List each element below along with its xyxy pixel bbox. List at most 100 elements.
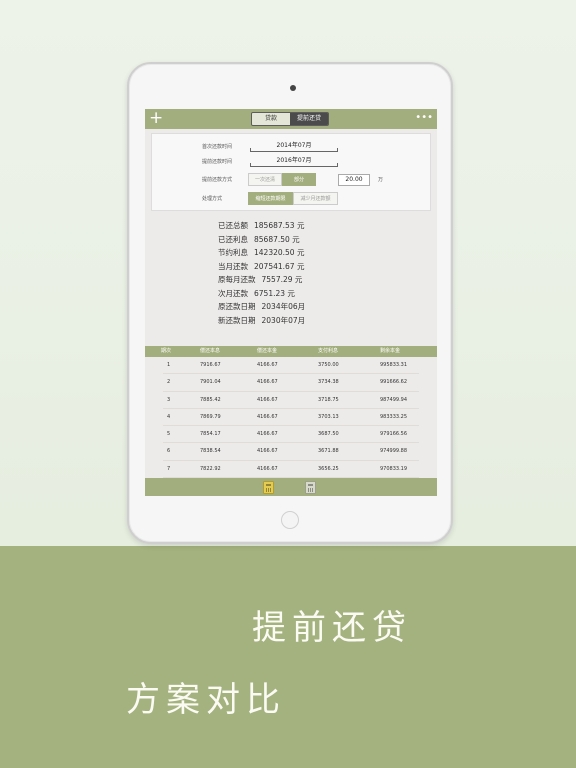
col-installment: 偿还本息 [200,348,221,354]
cell-interest: 3734.38 [318,379,339,386]
prepay-method-label: 提前还款方式 [202,177,233,183]
handle-method-row: 处理方式 缩短还款期限 减少月还款额 [152,192,432,206]
option-reduce-payment[interactable]: 减少月还款额 [293,192,338,205]
cell-installment: 7885.42 [200,396,221,403]
cell-interest: 3687.50 [318,431,339,438]
table-row[interactable]: 5 7854.17 4166.67 3687.50 979166.56 [145,426,437,444]
cell-interest: 3718.75 [318,396,339,403]
bottom-tab-bar [145,478,437,496]
cell-interest: 3750.00 [318,362,339,368]
col-period: 期次 [161,348,172,354]
col-principal: 偿还本金 [257,348,278,354]
tab-prepayment[interactable]: 提前还贷 [290,113,328,125]
first-repay-label: 首次还款时间 [202,144,233,150]
handle-method-toggle: 缩短还款期限 减少月还款额 [248,192,338,205]
cell-principal: 4166.67 [257,362,278,368]
prepay-time-label: 提前还款时间 [202,159,233,165]
cell-remaining: 970833.19 [380,465,408,472]
add-icon[interactable]: + [149,109,163,129]
option-pay-all[interactable]: 一次还清 [248,173,282,186]
cell-period: 3 [167,396,171,403]
cell-installment: 7854.17 [200,431,221,438]
col-interest: 支付利息 [318,348,339,354]
cell-installment: 7822.92 [200,465,221,472]
cell-principal: 4166.67 [257,396,278,403]
slogan-line-1: 提前还贷 [252,608,412,648]
cell-principal: 4166.67 [257,465,278,472]
table-row[interactable]: 7 7822.92 4166.67 3656.25 970833.19 [145,461,437,479]
summary-row: 原还款日期 2034年06月 [218,300,398,314]
summary-row: 次月还款 6751.23 元 [218,287,398,301]
first-repay-row: 首次还款时间 2014年07月 [152,140,432,154]
summary-label: 原还款日期 [218,302,256,311]
amount-unit: 万 [378,177,384,183]
summary-label: 已还总额 [218,221,248,230]
cell-principal: 4166.67 [257,413,278,420]
summary-row: 节约利息 142320.50 元 [218,246,398,260]
app-screen: + 贷款 提前还贷 ••• 首次还款时间 2014年07月 提前还款时间 201… [145,109,437,496]
table-row[interactable]: 6 7838.54 4166.67 3671.88 974999.88 [145,443,437,462]
handle-method-label: 处理方式 [202,196,223,202]
summary-label: 当月还款 [218,261,248,271]
cell-remaining: 974999.88 [380,448,408,455]
slogan-line-2: 方案对比 [126,680,286,720]
summary-row: 已还总额 185687.53 元 [218,219,398,233]
summary-row: 原每月还款 7557.29 元 [218,273,398,287]
prepay-time-date[interactable]: 2016年07月 [250,155,338,167]
cell-period: 4 [167,413,171,420]
table-row[interactable]: 2 7901.04 4166.67 3734.38 991666.62 [145,374,437,392]
schedule-table-header: 期次 偿还本息 偿还本金 支付利息 剩余本金 [145,346,437,357]
cell-period: 6 [167,448,171,455]
cell-period: 1 [167,362,171,368]
prepay-method-row: 提前还款方式 一次还清 部分 20.00 万 [152,173,432,187]
home-button [281,511,299,529]
summary-value: 2034年06月 [261,302,306,311]
summary-value: 7557.29 元 [261,275,303,284]
cell-principal: 4166.67 [257,448,278,455]
option-shorten-term[interactable]: 缩短还款期限 [248,192,293,205]
cell-interest: 3671.88 [318,448,339,455]
summary-value: 207541.67 元 [254,261,305,271]
cell-remaining: 995833.31 [380,362,408,368]
schedule-table-body: 1 7916.67 4166.67 3750.00 995833.31 2 7901.04… [145,357,437,479]
summary-label: 次月还款 [218,288,248,298]
prepay-amount-field[interactable]: 20.00 [338,174,370,186]
summary-row: 当月还款 207541.67 元 [218,260,398,274]
summary-value: 85687.50 元 [254,234,300,244]
summary-label: 新还款日期 [218,315,256,325]
summary-value: 6751.23 元 [254,288,295,298]
cell-principal: 4166.67 [257,431,278,438]
cell-principal: 4166.67 [257,379,278,386]
cell-installment: 7869.79 [200,413,221,420]
cell-interest: 3703.13 [318,413,339,420]
summary-list: 已还总额 185687.53 元 已还利息 85687.50 元 节约利息 14232… [218,219,398,327]
table-row[interactable]: 4 7869.79 4166.67 3703.13 983333.25 [145,409,437,427]
cell-remaining: 983333.25 [380,413,408,420]
col-remaining: 剩余本金 [380,348,401,354]
first-repay-date[interactable]: 2014年07月 [250,140,338,152]
prepayment-form: 首次还款时间 2014年07月 提前还款时间 2016年07月 提前还款方式 一… [151,133,431,211]
cell-period: 7 [167,465,171,472]
camera-icon [290,85,296,91]
cell-period: 5 [167,431,171,438]
cell-remaining: 987499.94 [380,396,408,403]
summary-label: 已还利息 [218,234,248,244]
summary-value: 2030年07月 [261,315,306,325]
tab-loan[interactable]: 贷款 [252,113,290,125]
top-nav-bar: + 贷款 提前还贷 ••• [145,109,437,129]
calculator-alt-icon[interactable] [305,481,316,494]
summary-row: 新还款日期 2030年07月 [218,314,398,328]
prepay-method-toggle: 一次还清 部分 [248,173,316,186]
cell-remaining: 991666.62 [380,379,408,386]
summary-label: 原每月还款 [218,275,256,284]
cell-remaining: 979166.56 [380,431,408,438]
summary-value: 185687.53 元 [254,221,305,230]
table-row[interactable]: 1 7916.67 4166.67 3750.00 995833.31 [145,357,437,375]
cell-installment: 7916.67 [200,362,221,368]
more-icon[interactable]: ••• [415,109,433,127]
cell-installment: 7838.54 [200,448,221,455]
cell-period: 2 [167,379,171,386]
option-partial[interactable]: 部分 [282,173,316,186]
calculator-icon[interactable] [263,481,274,494]
table-row[interactable]: 3 7885.42 4166.67 3718.75 987499.94 [145,392,437,410]
